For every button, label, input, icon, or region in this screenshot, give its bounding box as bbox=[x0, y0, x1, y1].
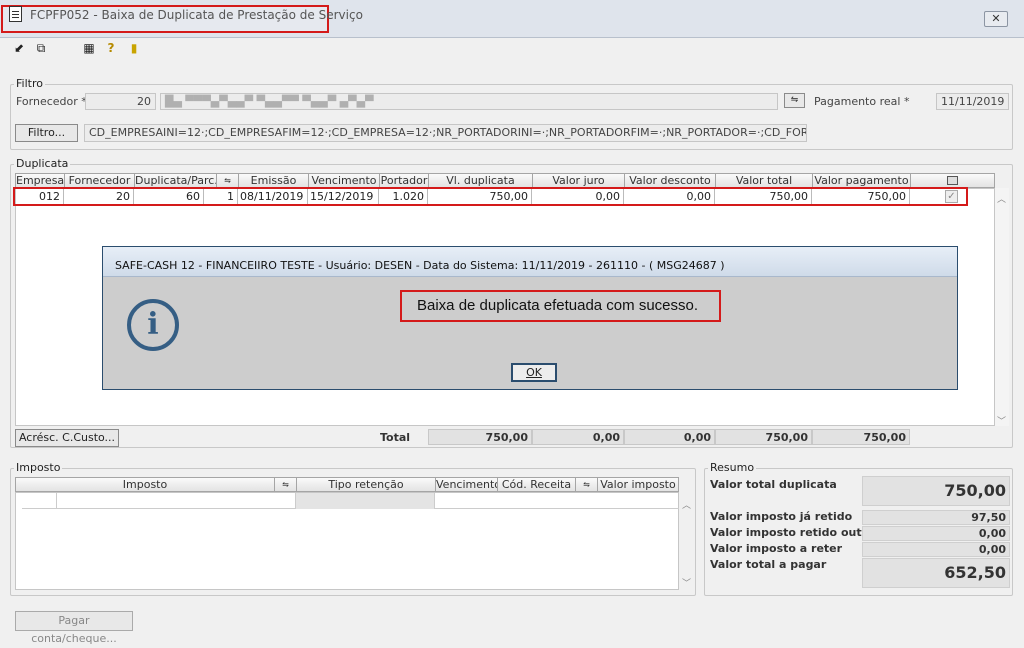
filtro-button[interactable]: Filtro... bbox=[15, 124, 78, 142]
col-vl-duplicata[interactable]: Vl. duplicata bbox=[428, 173, 532, 188]
copy-icon[interactable]: ⧉ bbox=[34, 41, 48, 55]
close-button[interactable]: ✕ bbox=[984, 11, 1008, 27]
imposto-retido-outro-value: 0,00 bbox=[862, 526, 1010, 541]
dialog-title: SAFE-CASH 12 - FINANCEIIRO TESTE - Usuár… bbox=[115, 259, 725, 272]
fornecedor-lookup-button[interactable]: ⇋ bbox=[784, 93, 805, 108]
message-dialog: SAFE-CASH 12 - FINANCEIIRO TESTE - Usuár… bbox=[102, 246, 958, 390]
col-vencimento[interactable]: Vencimento bbox=[308, 173, 379, 188]
col-valor-juro[interactable]: Valor juro bbox=[532, 173, 624, 188]
fornecedor-code-field[interactable]: 20 bbox=[85, 93, 156, 110]
pagamento-real-field[interactable]: 11/11/2019 bbox=[936, 93, 1009, 110]
scroll-down-icon[interactable]: ﹀ bbox=[997, 414, 1006, 427]
valor-total-duplicata-label: Valor total duplicata bbox=[710, 478, 837, 491]
help-icon[interactable]: ? bbox=[104, 41, 118, 55]
col-tipo-retencao[interactable]: Tipo retenção bbox=[296, 477, 435, 492]
total-valor-juro: 0,00 bbox=[532, 429, 624, 445]
fornecedor-label: Fornecedor * bbox=[16, 95, 87, 108]
ok-button[interactable]: OK bbox=[511, 363, 557, 382]
total-label: Total bbox=[380, 431, 411, 444]
resumo-group-label: Resumo bbox=[708, 461, 757, 474]
duplicata-group-label: Duplicata bbox=[14, 157, 71, 170]
imposto-group-label: Imposto bbox=[14, 461, 63, 474]
total-vl-duplicata: 750,00 bbox=[428, 429, 532, 445]
filtro-expression-field: CD_EMPRESAINI=12·;CD_EMPRESAFIM=12·;CD_E… bbox=[84, 124, 807, 142]
total-valor-pagamento: 750,00 bbox=[812, 429, 910, 445]
select-all-checkbox-icon[interactable] bbox=[947, 176, 958, 185]
imposto-scroll-down-icon[interactable]: ﹀ bbox=[682, 576, 691, 589]
document-icon bbox=[9, 6, 22, 22]
col-select-all[interactable] bbox=[910, 173, 995, 188]
scroll-up-icon[interactable]: ︿ bbox=[997, 192, 1006, 205]
imposto-ja-retido-value: 97,50 bbox=[862, 510, 1010, 525]
calendar-icon[interactable]: ▦ bbox=[82, 41, 96, 55]
pagamento-real-label: Pagamento real * bbox=[814, 95, 910, 108]
valor-total-pagar-value: 652,50 bbox=[862, 558, 1010, 588]
col-portador[interactable]: Portador bbox=[379, 173, 428, 188]
total-valor-total: 750,00 bbox=[715, 429, 812, 445]
valor-total-pagar-label: Valor total a pagar bbox=[710, 558, 827, 571]
exit-door-icon[interactable]: ▮ bbox=[127, 41, 141, 55]
fornecedor-name-field: █▄ ▀▀▀▄▀▄▄▀ ▀▄▄▀▀ ▀▄▄▀ ▄▀▄▀ bbox=[160, 93, 778, 110]
col-cod-receita-sort-icon[interactable]: ⇋ bbox=[575, 477, 597, 492]
col-empresa[interactable]: Empresa bbox=[15, 173, 64, 188]
col-imposto[interactable]: Imposto bbox=[15, 477, 274, 492]
col-valor-pagamento[interactable]: Valor pagamento bbox=[812, 173, 910, 188]
imposto-row-cell[interactable] bbox=[435, 493, 679, 509]
col-emissao[interactable]: Emissão bbox=[238, 173, 308, 188]
col-valor-total[interactable]: Valor total bbox=[715, 173, 812, 188]
row-highlight bbox=[13, 187, 968, 206]
imposto-ja-retido-label: Valor imposto já retido bbox=[710, 510, 853, 523]
col-valor-imposto[interactable]: Valor imposto bbox=[597, 477, 679, 492]
col-duplicata-parc[interactable]: Duplicata/Parc. bbox=[134, 173, 216, 188]
imposto-a-reter-label: Valor imposto a reter bbox=[710, 542, 843, 555]
col-imposto-sort-icon[interactable]: ⇋ bbox=[274, 477, 296, 492]
info-icon: i bbox=[127, 299, 179, 351]
imposto-retido-outro-label: Valor imposto retido outro bbox=[710, 526, 875, 539]
imposto-row-cell[interactable] bbox=[22, 493, 57, 509]
imposto-a-reter-value: 0,00 bbox=[862, 542, 1010, 557]
arrow-in-icon[interactable]: ⬋ bbox=[12, 41, 26, 55]
filtro-group-label: Filtro bbox=[14, 77, 45, 90]
valor-total-duplicata-value: 750,00 bbox=[862, 476, 1010, 506]
acresc-ccusto-button[interactable]: Acrésc. C.Custo... bbox=[15, 429, 119, 447]
imposto-row-cell[interactable] bbox=[57, 493, 296, 509]
total-valor-desconto: 0,00 bbox=[624, 429, 715, 445]
imposto-scroll-up-icon[interactable]: ︿ bbox=[682, 498, 691, 511]
col-cod-receita[interactable]: Cód. Receita bbox=[497, 477, 575, 492]
pagar-conta-button[interactable]: Pagar conta/cheque... bbox=[15, 611, 133, 645]
imposto-row-cell[interactable] bbox=[296, 493, 435, 509]
window-title: FCPFP052 - Baixa de Duplicata de Prestaç… bbox=[30, 8, 363, 22]
dialog-message: Baixa de duplicata efetuada com sucesso. bbox=[417, 297, 699, 314]
col-valor-desconto[interactable]: Valor desconto bbox=[624, 173, 715, 188]
col-parcela-sort-icon[interactable]: ⇋ bbox=[216, 173, 238, 188]
duplicata-scrollbar[interactable] bbox=[995, 188, 1009, 426]
col-fornecedor[interactable]: Fornecedor bbox=[64, 173, 134, 188]
col-imp-vencimento[interactable]: Vencimento bbox=[435, 477, 497, 492]
